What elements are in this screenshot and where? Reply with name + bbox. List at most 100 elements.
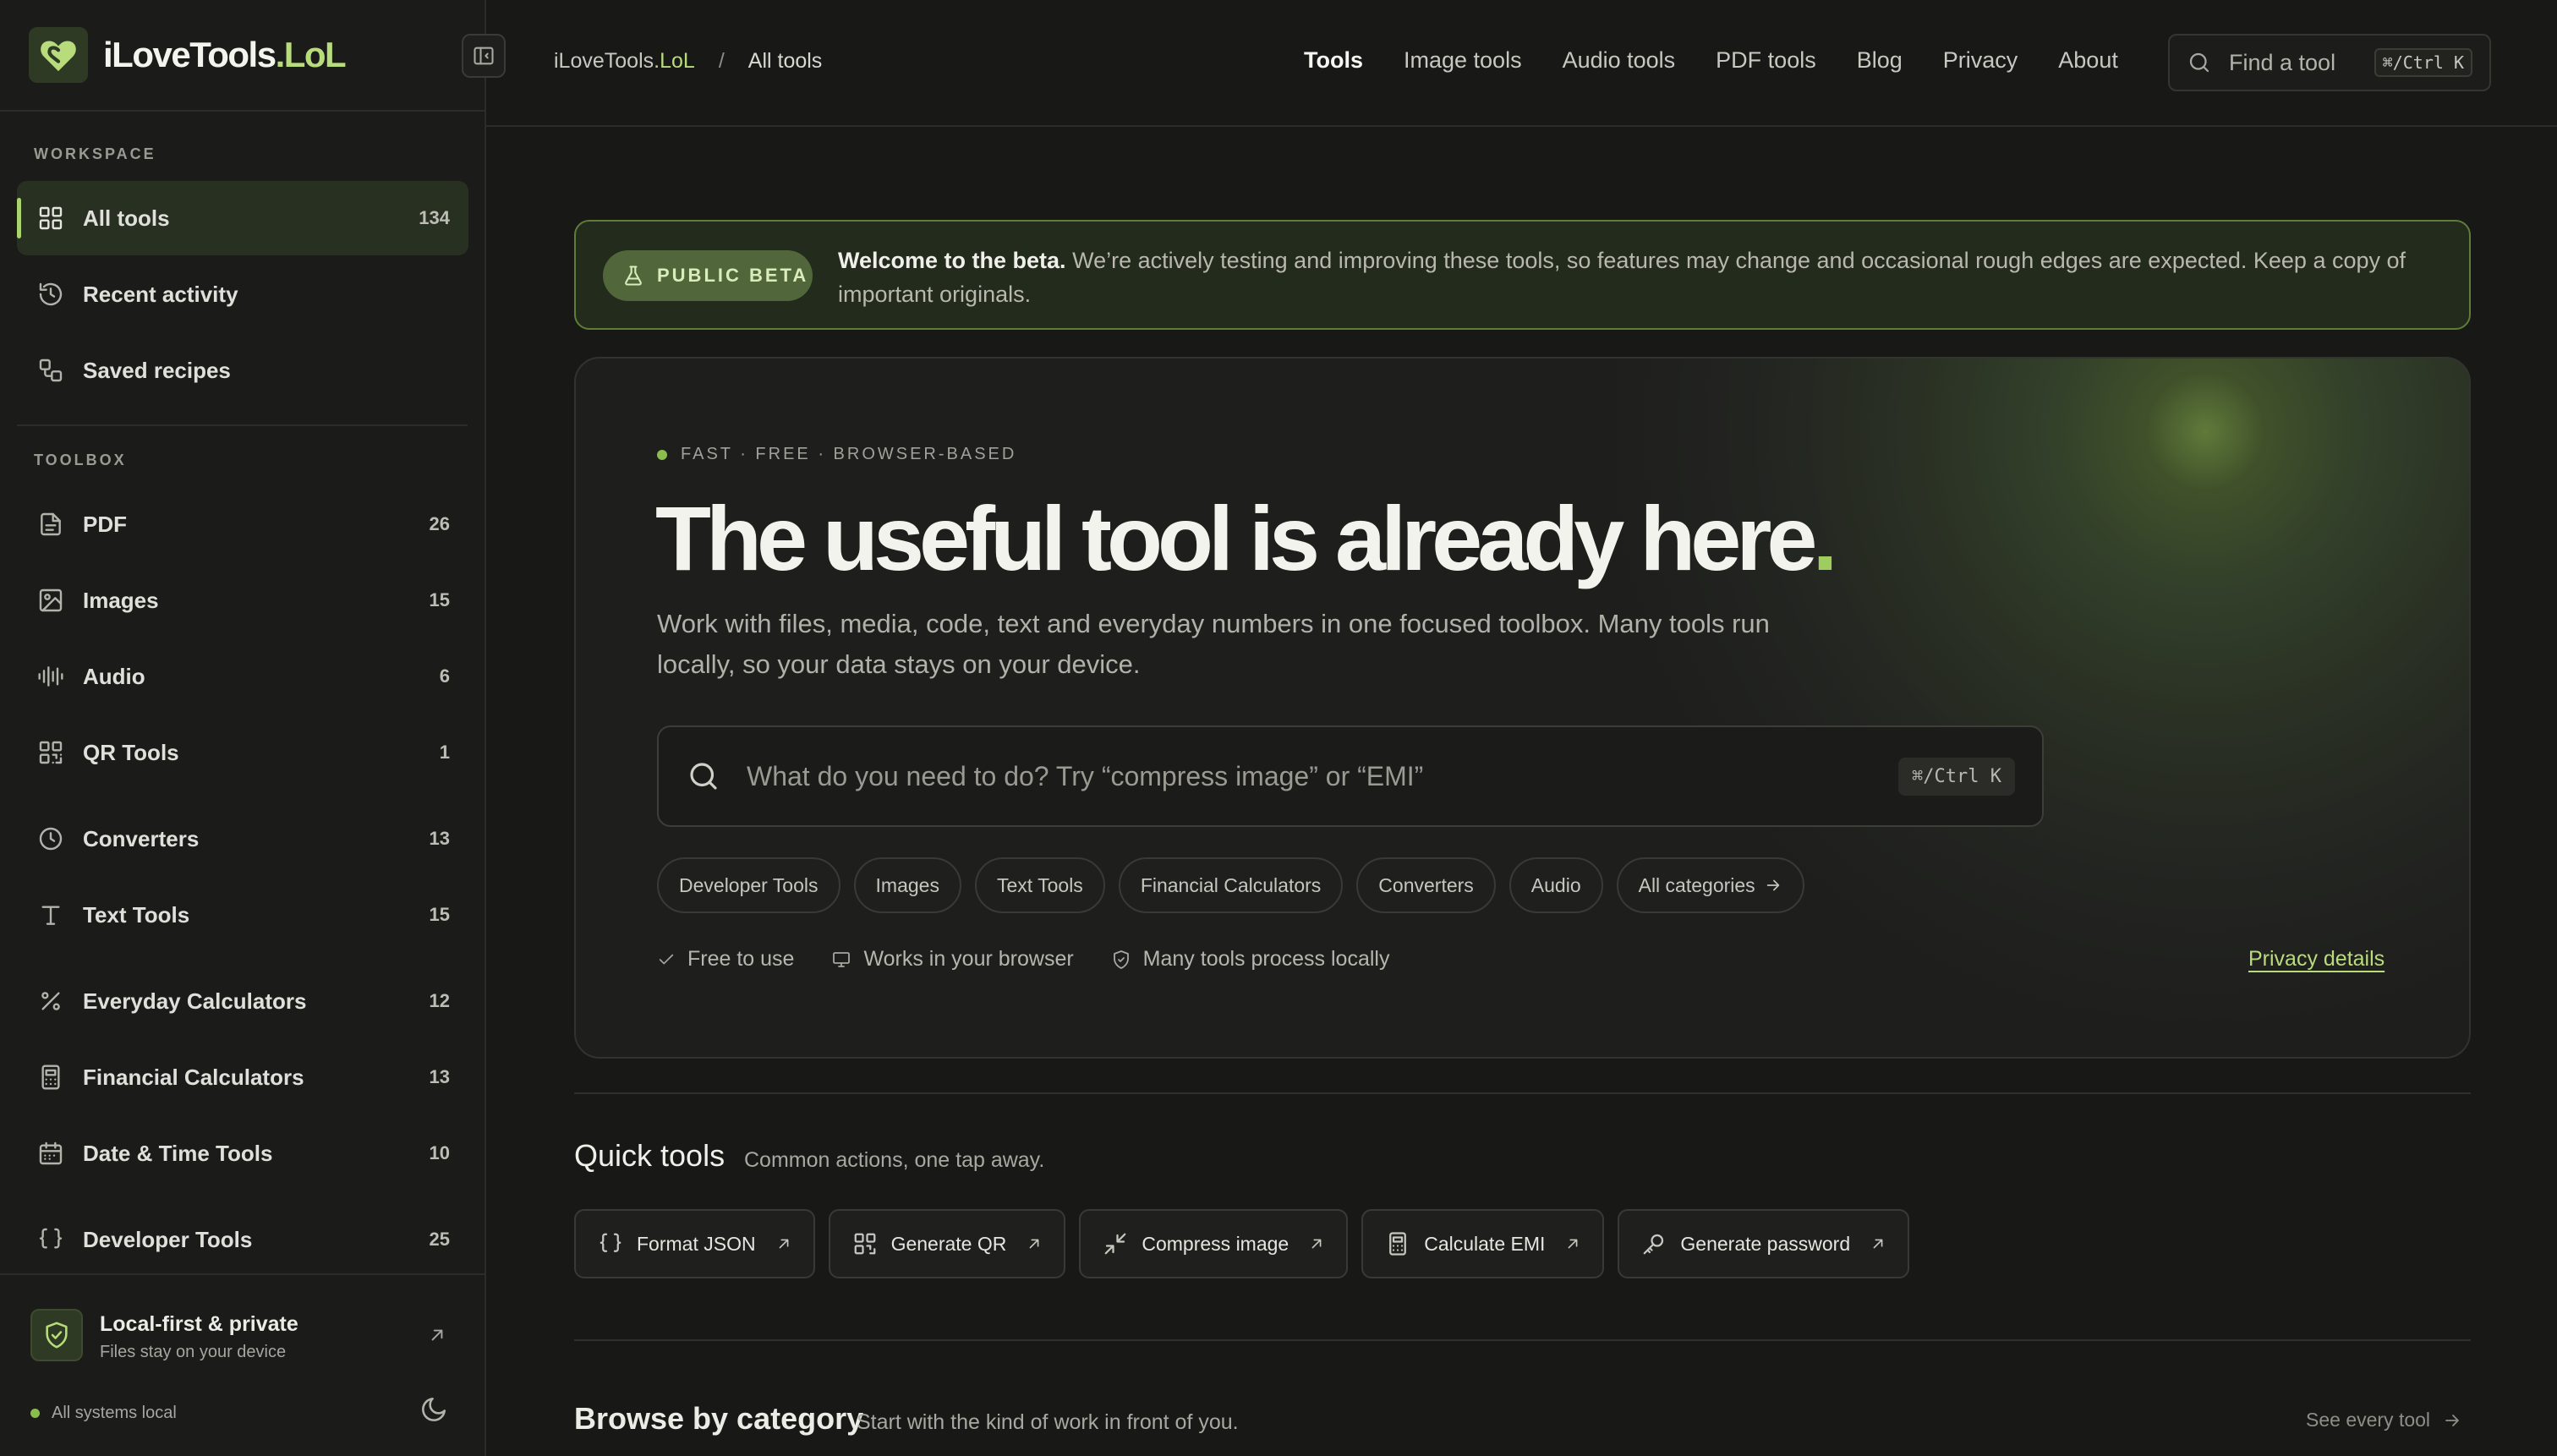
sidebar-item-label: Financial Calculators	[83, 1064, 304, 1090]
compress-icon	[1103, 1231, 1128, 1256]
feature-free: Free to use	[657, 947, 794, 972]
key-icon	[1641, 1231, 1667, 1256]
category-chips: Developer Tools Images Text Tools Financ…	[657, 857, 1818, 913]
sidebar-item-count: 15	[429, 589, 450, 610]
sidebar-collapse-button[interactable]	[462, 34, 506, 78]
nav-blog[interactable]: Blog	[1857, 47, 1903, 74]
nav-image-tools[interactable]: Image tools	[1404, 47, 1522, 74]
quick-tool-generate-password[interactable]: Generate password	[1618, 1209, 1910, 1278]
chip-text-tools[interactable]: Text Tools	[974, 857, 1105, 913]
image-icon	[36, 585, 66, 616]
sidebar-item-label: Text Tools	[83, 901, 190, 928]
quick-tool-calculate-emi[interactable]: Calculate EMI	[1361, 1209, 1605, 1278]
hero-search-shortcut: ⌘/Ctrl K	[1898, 757, 2015, 796]
chip-audio[interactable]: Audio	[1508, 857, 1603, 913]
local-first-title: Local-first & private	[100, 1312, 298, 1336]
feature-local: Many tools process locally	[1111, 947, 1389, 972]
arrow-up-right-icon	[1869, 1234, 1887, 1253]
qr-icon	[36, 737, 66, 768]
history-icon	[36, 279, 66, 309]
find-tool-search[interactable]: Find a tool ⌘/Ctrl K	[2168, 34, 2491, 91]
public-beta-badge: PUBLIC BETA	[603, 250, 813, 301]
hero-card: FAST · FREE · BROWSER-BASED The useful t…	[574, 357, 2471, 1059]
nav-pdf-tools[interactable]: PDF tools	[1716, 47, 1816, 74]
privacy-details-link[interactable]: Privacy details	[2248, 947, 2385, 972]
brand-logo[interactable]: iLoveTools.LoL	[29, 27, 347, 83]
sidebar-item-recent-activity[interactable]: Recent activity	[17, 257, 468, 331]
top-nav: Tools Image tools Audio tools PDF tools …	[1304, 47, 2159, 74]
breadcrumb-home[interactable]: iLoveTools.LoL	[554, 49, 695, 74]
kicker-dot-icon	[657, 449, 667, 460]
quick-tool-compress-image[interactable]: Compress image	[1079, 1209, 1349, 1278]
sidebar-item-label: Date & Time Tools	[83, 1140, 273, 1166]
recipes-icon	[36, 355, 66, 386]
sidebar-item-count: 134	[419, 207, 450, 228]
chip-financial-calculators[interactable]: Financial Calculators	[1118, 857, 1344, 913]
sidebar-item-developer-tools[interactable]: Developer Tools 25	[17, 1202, 468, 1277]
chip-images[interactable]: Images	[853, 857, 961, 913]
qr-icon	[852, 1231, 878, 1256]
sidebar-item-all-tools[interactable]: All tools 134	[17, 181, 468, 255]
workspace-section-label: WORKSPACE	[34, 145, 156, 162]
browse-category-title: Browse by category	[574, 1401, 864, 1436]
sidebar-item-pdf[interactable]: PDF 26	[17, 487, 468, 561]
quick-tool-format-json[interactable]: Format JSON	[574, 1209, 815, 1278]
quick-tools-list: Format JSON Generate QR Compress image C…	[574, 1209, 1923, 1278]
hero-search-input[interactable]: What do you need to do? Try “compress im…	[657, 725, 2044, 827]
heart-logo-icon	[29, 27, 88, 83]
breadcrumb: iLoveTools.LoL / All tools	[554, 49, 822, 74]
sidebar-item-date-time-tools[interactable]: Date & Time Tools 10	[17, 1116, 468, 1191]
arrow-right-icon	[2442, 1410, 2462, 1431]
text-icon	[36, 900, 66, 930]
chip-converters[interactable]: Converters	[1356, 857, 1496, 913]
breadcrumb-separator: /	[718, 49, 725, 73]
sidebar-item-images[interactable]: Images 15	[17, 563, 468, 638]
sidebar-item-label: QR Tools	[83, 739, 179, 765]
breadcrumb-current[interactable]: All tools	[748, 49, 823, 74]
divider	[574, 1339, 2471, 1341]
browse-category-subtitle: Start with the kind of work in front of …	[857, 1410, 1239, 1434]
nav-privacy[interactable]: Privacy	[1943, 47, 2018, 74]
sidebar-item-text-tools[interactable]: Text Tools 15	[17, 878, 468, 952]
sidebar-item-audio[interactable]: Audio 6	[17, 639, 468, 714]
chip-all-categories[interactable]: All categories	[1616, 857, 1804, 913]
sidebar-item-saved-recipes[interactable]: Saved recipes	[17, 333, 468, 408]
quick-tool-generate-qr[interactable]: Generate QR	[828, 1209, 1066, 1278]
nav-audio-tools[interactable]: Audio tools	[1563, 47, 1676, 74]
panel-left-icon	[474, 47, 494, 65]
sidebar-item-count: 6	[439, 665, 450, 687]
calculator-icon	[36, 1062, 66, 1092]
sidebar-item-converters[interactable]: Converters 13	[17, 802, 468, 876]
nav-about[interactable]: About	[2058, 47, 2118, 74]
sidebar: iLoveTools.LoL WORKSPACE All tools 134 R…	[0, 0, 486, 1456]
brand-name: iLoveTools.LoL	[103, 35, 347, 74]
sidebar-item-count: 25	[429, 1229, 450, 1250]
local-first-card[interactable]: Local-first & private Files stay on your…	[30, 1309, 298, 1361]
sidebar-item-label: Saved recipes	[83, 357, 231, 383]
search-icon	[686, 758, 721, 794]
nav-tools[interactable]: Tools	[1304, 47, 1363, 74]
sidebar-item-everyday-calculators[interactable]: Everyday Calculators 12	[17, 964, 468, 1038]
sidebar-item-qr-tools[interactable]: QR Tools 1	[17, 715, 468, 790]
sidebar-item-financial-calculators[interactable]: Financial Calculators 13	[17, 1040, 468, 1114]
sidebar-item-count: 13	[429, 828, 450, 849]
see-every-tool-link[interactable]: See every tool	[2306, 1409, 2462, 1431]
sidebar-item-label: Everyday Calculators	[83, 988, 307, 1014]
grid-icon	[36, 203, 66, 233]
system-status: All systems local	[30, 1404, 177, 1423]
status-dot-icon	[30, 1409, 40, 1418]
divider	[574, 1092, 2471, 1094]
beta-banner: PUBLIC BETA Welcome to the beta. We’re a…	[574, 220, 2471, 330]
sidebar-item-label: Audio	[83, 663, 145, 689]
hero-description: Work with files, media, code, text and e…	[657, 609, 1770, 679]
shield-icon	[1111, 950, 1131, 970]
sidebar-item-label: PDF	[83, 511, 127, 537]
feature-browser: Works in your browser	[831, 947, 1074, 972]
arrow-up-right-icon	[1307, 1234, 1326, 1253]
chip-developer-tools[interactable]: Developer Tools	[657, 857, 840, 913]
arrow-up-right-icon[interactable]	[426, 1324, 448, 1346]
system-status-text: All systems local	[52, 1404, 177, 1422]
find-tool-shortcut: ⌘/Ctrl K	[2374, 48, 2472, 77]
moon-icon[interactable]	[419, 1395, 448, 1424]
sidebar-item-count: 13	[429, 1066, 450, 1087]
